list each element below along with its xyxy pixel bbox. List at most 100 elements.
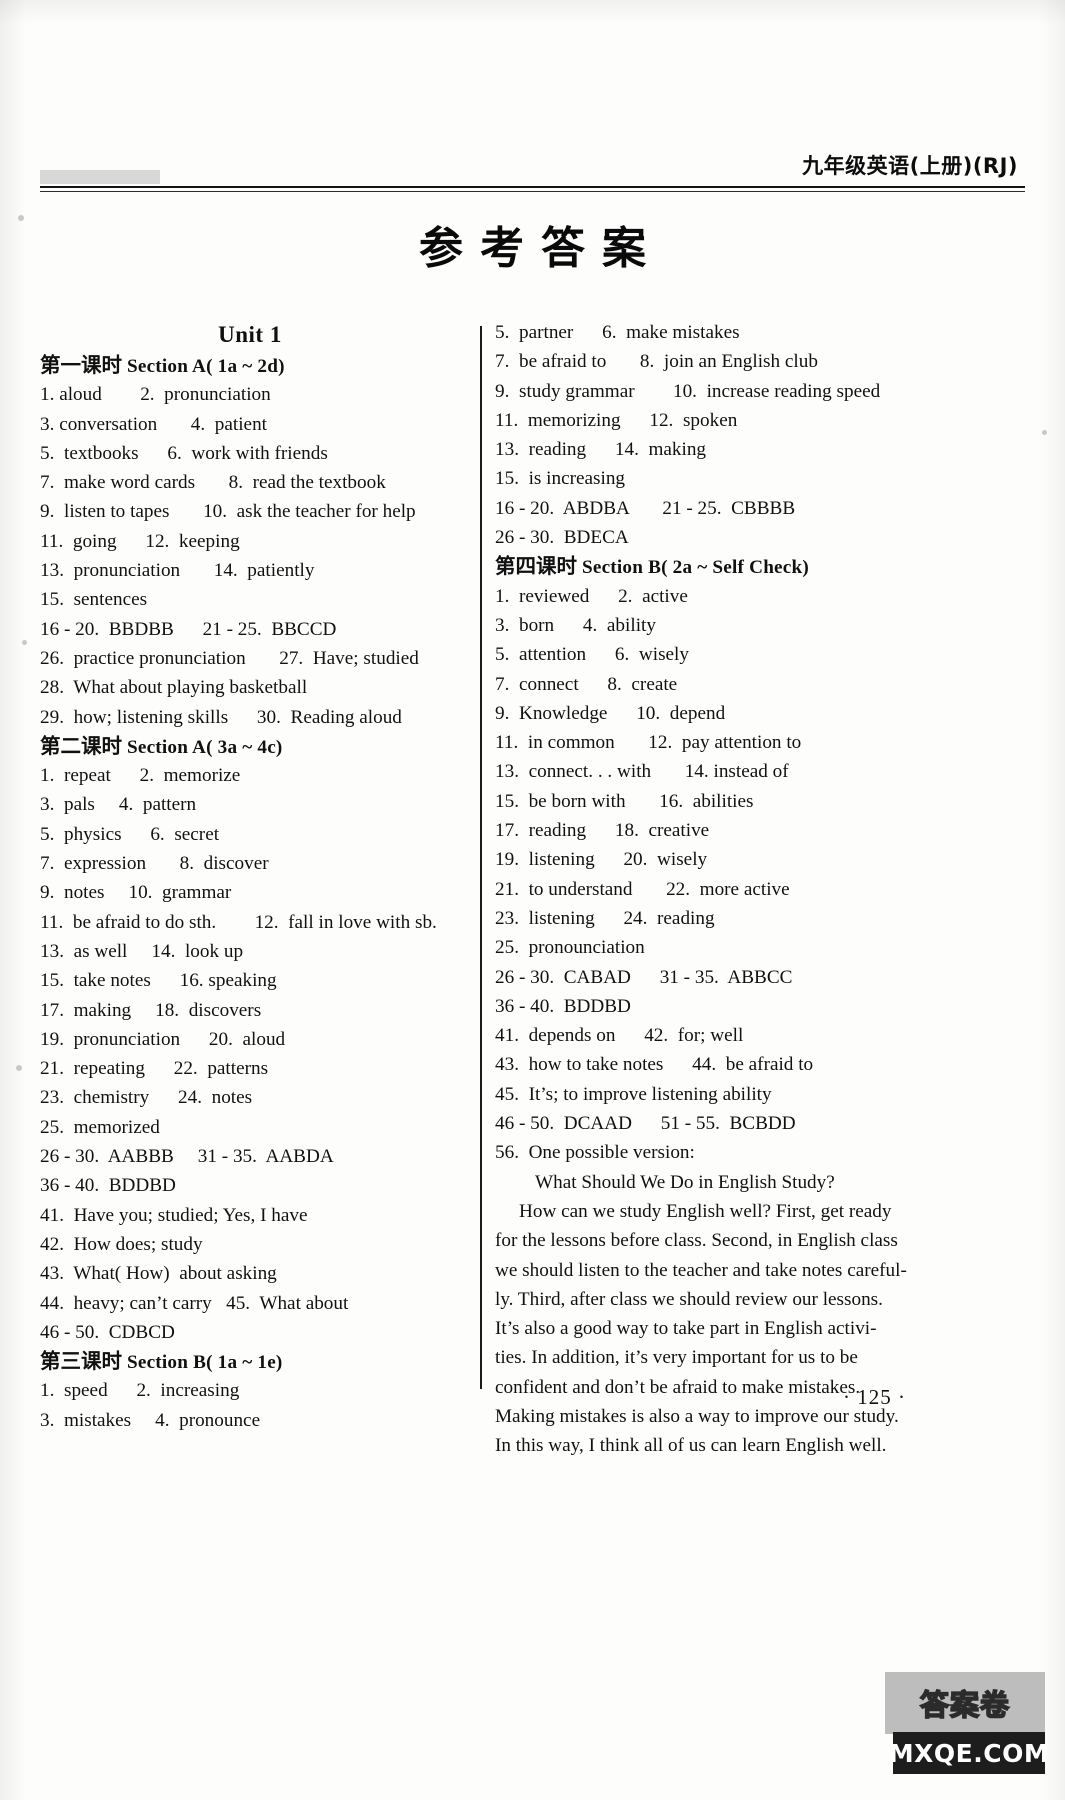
answer-line: 41. Have you; studied; Yes, I have [40,1204,308,1226]
scanned-page: 九年级英语(上册)(RJ) 参考答案 Unit 1 第一课时 Section A(… [0,0,1065,1800]
answer-body: Unit 1 第一课时 Section A( 1a ~ 2d) 1. aloud 2… [40,318,1025,1456]
answer-line: 44. heavy; can’t carry 45. What about [40,1292,349,1314]
essay-title: What Should We Do in English Study? [535,1171,835,1193]
answer-line: 43. how to take notes 44. be afraid to [495,1054,814,1076]
answer-line: 9. listen to tapes 10. ask the teacher f… [40,501,416,523]
watermark-url-bar: MXQE.COM [889,1732,1049,1774]
answer-line: 5. attention 6. wisely [495,644,689,666]
answer-line: 46 - 50. CDBCD [40,1321,175,1343]
answer-line: 19. listening 20. wisely [495,849,708,871]
essay-line: It’s also a good way to take part in Eng… [495,1318,877,1340]
scan-speck [16,1065,22,1071]
watermark-url: MXQE.COM [888,1738,1050,1768]
answer-line: 9. Knowledge 10. depend [495,702,726,724]
answer-line: 11. be afraid to do sth. 12. fall in lov… [40,911,437,933]
answer-line: 11. memorizing 12. spoken [495,409,738,431]
answer-line: 3. conversation 4. patient [40,413,267,435]
answer-line: 7. connect 8. create [495,673,678,695]
answer-line: 1. repeat 2. memorize [40,765,241,787]
answer-line: 7. be afraid to 8. join an English club [495,351,818,373]
answer-line: 29. how; listening skills 30. Reading al… [40,706,402,728]
answer-line: 45. It’s; to improve listening ability [495,1083,772,1105]
header-rule [40,186,1025,193]
answer-line: 26 - 30. AABBB 31 - 35. AABDA [40,1146,334,1168]
unit-heading: Unit 1 [218,322,282,347]
answer-line: 26. practice pronunciation 27. Have; stu… [40,647,419,669]
site-watermark: 答案卷 MXQE.COM [885,1672,1049,1776]
column-divider [480,326,482,1389]
answer-line: 1. reviewed 2. active [495,585,688,607]
answer-line: 13. as well 14. look up [40,940,244,962]
watermark-badge: 答案卷 [885,1672,1045,1734]
answer-line: 15. is increasing [495,468,626,490]
right-answer-column: 5. partner 6. make mistakes 7. be afraid … [495,318,940,1461]
watermark-label: 答案卷 [919,1687,1010,1723]
answer-line: 15. take notes 16. speaking [40,970,277,992]
answer-line: 9. notes 10. grammar [40,882,232,904]
answer-line: 11. in common 12. pay attention to [495,732,802,754]
answer-line: 11. going 12. keeping [40,530,240,552]
section-heading: 第一课时 Section A( 1a ~ 2d) [40,351,460,380]
essay-line: In this way, I think all of us can learn… [495,1435,887,1457]
section-heading-en: Section A( 1a ~ 2d) [122,356,285,377]
page-edge-shadow-top [0,0,1065,24]
answer-line: 28. What about playing basketball [40,677,308,699]
answer-line: 7. make word cards 8. read the textbook [40,472,386,494]
left-answer-column: Unit 1 第一课时 Section A( 1a ~ 2d) 1. aloud 2… [40,318,460,1435]
scan-speck [1042,430,1047,435]
page-number: · 125 · [843,1385,906,1409]
answer-line: 46 - 50. DCAAD 51 - 55. BCBDD [495,1113,796,1135]
answer-line: 21. repeating 22. patterns [40,1058,269,1080]
answer-line: 26 - 30. CABAD 31 - 35. ABBCC [495,966,793,988]
answer-line: 15. sentences [40,589,148,611]
answer-line: 26 - 30. BDECA [495,527,629,549]
answer-line: 43. What( How) about asking [40,1263,277,1285]
answer-line: 5. textbooks 6. work with friends [40,442,328,464]
section-heading: 第四课时 Section B( 2a ~ Self Check) [495,552,940,581]
answer-line: 25. pronounciation [495,937,645,959]
scan-speck [22,640,27,645]
answer-line: 13. connect. . . with 14. instead of [495,761,789,783]
answer-line: 1. aloud 2. pronunciation [40,384,271,406]
header-rule-tab [40,170,160,184]
answer-line: 16 - 20. ABDBA 21 - 25. CBBBB [495,497,796,519]
answer-line: 9. study grammar 10. increase reading sp… [495,380,881,402]
section-heading: 第二课时 Section A( 3a ~ 4c) [40,732,460,761]
answer-line: 3. mistakes 4. pronounce [40,1409,261,1431]
essay-line: we should listen to the teacher and take… [495,1259,907,1281]
section-heading-en: Section B( 2a ~ Self Check) [577,557,809,579]
answer-line: 36 - 40. BDDBD [40,1175,176,1197]
section-heading-cn: 第一课时 [40,353,122,377]
answer-line: 16 - 20. BBDBB 21 - 25. BBCCD [40,618,337,640]
answer-line: 13. reading 14. making [495,439,707,461]
answer-line: 13. pronunciation 14. patiently [40,560,315,582]
section-heading-en: Section A( 3a ~ 4c) [122,736,283,758]
answer-line: 21. to understand 22. more active [495,878,790,900]
answer-line: 5. partner 6. make mistakes [495,322,740,343]
answer-line: 7. expression 8. discover [40,853,269,875]
page-title: 参考答案 [419,223,663,274]
answer-line: 17. making 18. discovers [40,999,262,1021]
section-heading-cn: 第二课时 [40,733,122,758]
answer-line: 19. pronunciation 20. aloud [40,1028,286,1050]
running-head: 九年级英语(上册)(RJ) [802,154,1018,178]
answer-line: 36 - 40. BDDBD [495,995,631,1017]
answer-line: 23. chemistry 24. notes [40,1087,253,1109]
answer-line: 56. One possible version: [495,1142,695,1164]
essay-line: How can we study English well? First, ge… [519,1200,892,1222]
answer-line: 3. born 4. ability [495,614,656,636]
section-heading-en: Section B( 1a ~ 1e) [122,1352,283,1374]
answer-line: 23. listening 24. reading [495,907,715,929]
essay-line: ly. Third, after class we should review … [495,1288,883,1310]
answer-line: 17. reading 18. creative [495,820,710,842]
section-heading: 第三课时 Section B( 1a ~ 1e) [40,1347,460,1376]
answer-line: 15. be born with 16. abilities [495,790,754,812]
answer-line: 3. pals 4. pattern [40,794,197,816]
essay-line: ties. In addition, it’s very important f… [495,1347,858,1369]
section-heading-cn: 第三课时 [40,1349,122,1374]
answer-line: 41. depends on 42. for; well [495,1025,744,1047]
page-number-wrap: · 125 · [0,1385,1065,1410]
essay-line: for the lessons before class. Second, in… [495,1230,898,1252]
answer-line: 42. How does; study [40,1233,203,1255]
answer-line: 5. physics 6. secret [40,823,220,845]
